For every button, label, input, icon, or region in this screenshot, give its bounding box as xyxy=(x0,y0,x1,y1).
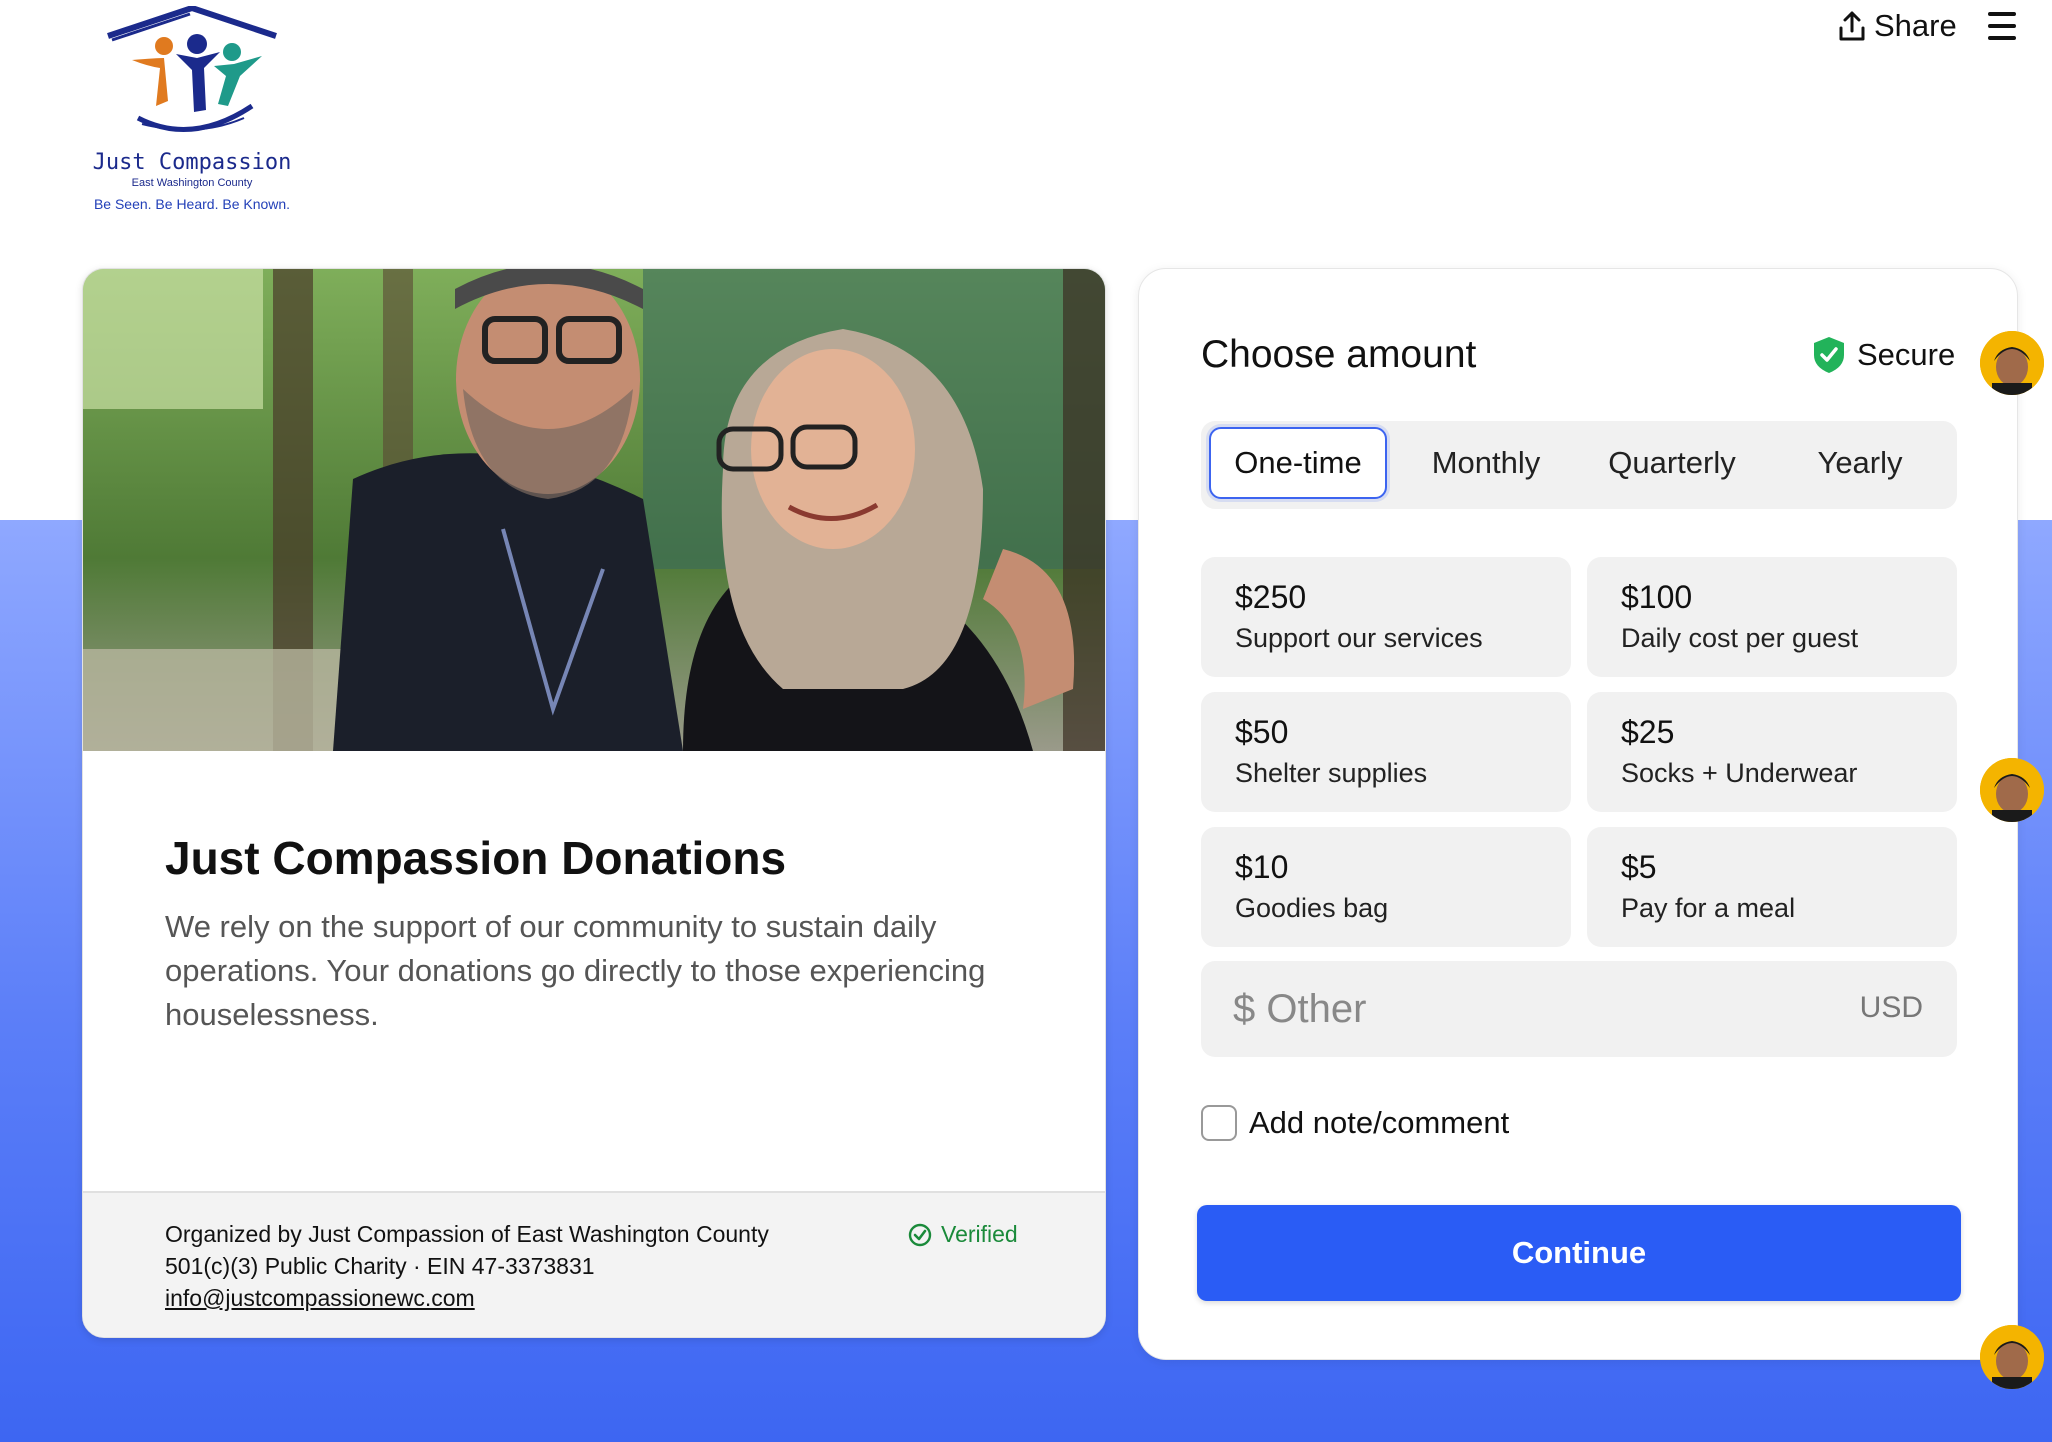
avatar-face-icon xyxy=(1980,331,2044,395)
avatar[interactable] xyxy=(1980,1325,2044,1389)
campaign-card: Just Compassion Donations We rely on the… xyxy=(82,268,1106,1338)
org-logo[interactable]: Just Compassion East Washington County B… xyxy=(82,6,302,212)
amount-value: $10 xyxy=(1235,849,1289,885)
amount-option-10[interactable]: $10 Goodies bag xyxy=(1201,827,1571,947)
share-label: Share xyxy=(1874,8,1957,43)
avatar[interactable] xyxy=(1980,758,2044,822)
choose-amount-title: Choose amount xyxy=(1201,333,1477,376)
campaign-title: Just Compassion Donations xyxy=(165,832,787,884)
amount-label: Goodies bag xyxy=(1235,893,1389,923)
amount-option-250[interactable]: $250 Support our services xyxy=(1201,557,1571,677)
tab-one-time[interactable]: One-time xyxy=(1209,427,1387,499)
campaign-hero-photo xyxy=(83,269,1105,751)
verified-badge: Verified xyxy=(907,1221,1018,1248)
organizer-text: Organized by Just Compassion of East Was… xyxy=(165,1221,769,1247)
campaign-footer: Organized by Just Compassion of East Was… xyxy=(83,1191,1105,1337)
other-amount-field: USD xyxy=(1201,961,1957,1057)
logo-subtitle: East Washington County xyxy=(131,177,253,189)
secure-label: Secure xyxy=(1857,337,1956,372)
menu-bar xyxy=(1988,12,2016,16)
logo-tagline: Be Seen. Be Heard. Be Known. xyxy=(93,196,291,212)
amount-value: $50 xyxy=(1235,714,1289,750)
amount-option-50[interactable]: $50 Shelter supplies xyxy=(1201,692,1571,812)
photo-two-people-icon xyxy=(83,269,1105,751)
amount-value: $5 xyxy=(1621,849,1657,885)
avatar-face-icon xyxy=(1980,1325,2044,1389)
avatar[interactable] xyxy=(1980,331,2044,395)
menu-bar xyxy=(1988,36,2016,40)
amount-option-5[interactable]: $5 Pay for a meal xyxy=(1587,827,1957,947)
share-button[interactable]: Share xyxy=(1838,2,1957,50)
menu-bar xyxy=(1988,24,2016,28)
note-checkbox[interactable] xyxy=(1201,1105,1237,1141)
amount-value: $250 xyxy=(1235,579,1307,615)
continue-button[interactable]: Continue xyxy=(1197,1205,1961,1301)
amount-option-100[interactable]: $100 Daily cost per guest xyxy=(1587,557,1957,677)
amount-label: Shelter supplies xyxy=(1235,758,1428,788)
share-upload-icon xyxy=(1839,11,1865,41)
note-label: Add note/comment xyxy=(1249,1105,1510,1140)
tab-monthly[interactable]: Monthly xyxy=(1397,427,1575,499)
amount-label: Support our services xyxy=(1235,623,1483,653)
donation-form-panel: Choose amount Secure One-time Monthly Qu… xyxy=(1138,268,2018,1360)
currency-label: USD xyxy=(1859,991,1923,1024)
amount-label: Pay for a meal xyxy=(1621,893,1796,923)
add-note-toggle[interactable]: Add note/comment xyxy=(1201,1105,1509,1141)
amount-value: $100 xyxy=(1621,579,1693,615)
tab-yearly[interactable]: Yearly xyxy=(1771,427,1949,499)
amount-label: Socks + Underwear xyxy=(1621,758,1858,788)
frequency-selector: One-time Monthly Quarterly Yearly xyxy=(1201,421,1957,509)
verified-label: Verified xyxy=(941,1221,1018,1247)
charity-info: 501(c)(3) Public Charity · EIN 47-337383… xyxy=(165,1253,595,1279)
shield-check-icon xyxy=(1814,337,1844,373)
organizer-email-link[interactable]: info@justcompassionewc.com xyxy=(165,1285,475,1312)
avatar-face-icon xyxy=(1980,758,2044,822)
amount-option-25[interactable]: $25 Socks + Underwear xyxy=(1587,692,1957,812)
amount-value: $25 xyxy=(1621,714,1675,750)
other-amount-input[interactable] xyxy=(1233,979,1793,1039)
tab-quarterly[interactable]: Quarterly xyxy=(1583,427,1761,499)
logo-figures-icon xyxy=(107,6,277,133)
verified-check-icon xyxy=(908,1223,932,1246)
secure-badge: Secure xyxy=(1811,335,1955,375)
amount-label: Daily cost per guest xyxy=(1621,623,1859,653)
logo-name: Just Compassion xyxy=(92,150,292,175)
hamburger-menu-icon[interactable] xyxy=(1988,8,2024,44)
campaign-description: We rely on the support of our community … xyxy=(165,909,986,1032)
